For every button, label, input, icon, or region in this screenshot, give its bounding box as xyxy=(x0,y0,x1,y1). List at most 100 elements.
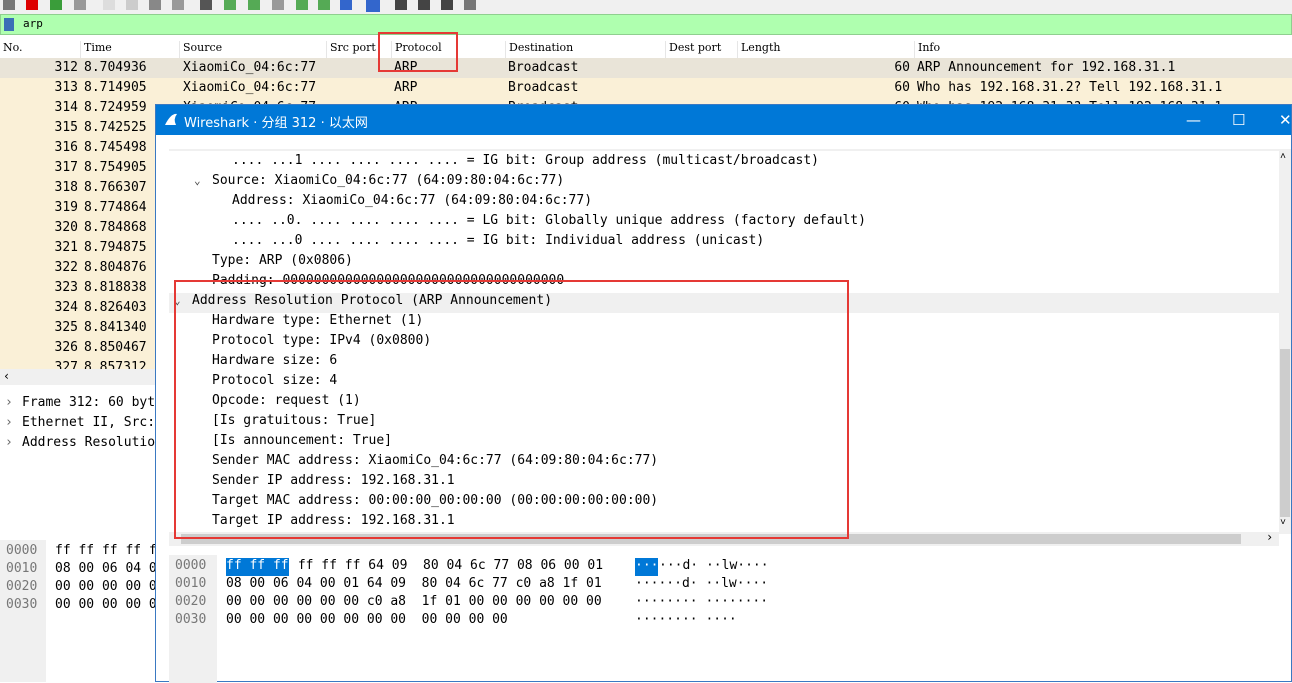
packet-cell-no: 315 xyxy=(54,120,78,135)
capture-options-icon[interactable] xyxy=(74,0,86,10)
column-header-src-port[interactable]: Src port xyxy=(326,41,376,58)
packet-cell-time: 8.766307 xyxy=(84,180,147,195)
packet-cell-time: 8.826403 xyxy=(84,300,147,315)
column-header-no[interactable]: No. xyxy=(0,41,23,58)
packet-cell-time: 8.774864 xyxy=(84,200,147,215)
tree-item[interactable]: Source: XiaomiCo_04:6c:77 (64:09:80:04:6… xyxy=(212,173,564,193)
tree-item[interactable]: .... ..0. .... .... .... .... = LG bit: … xyxy=(232,213,866,233)
hex-bytes[interactable]: 00 00 00 00 00 00 c0 a8 1f 01 00 00 00 0… xyxy=(226,594,602,612)
go-last-icon[interactable] xyxy=(318,0,330,10)
ascii-text[interactable]: ······d· ··lw···· xyxy=(635,576,768,594)
scroll-thumb[interactable] xyxy=(1280,349,1290,517)
column-header-source[interactable]: Source xyxy=(179,41,222,58)
packet-cell-no: 323 xyxy=(54,280,78,295)
filter-bookmark-icon[interactable] xyxy=(4,18,14,31)
hex-offset: 0000 xyxy=(6,543,38,558)
stop-capture-icon[interactable] xyxy=(26,0,38,10)
maximize-button[interactable]: ☐ xyxy=(1232,111,1245,129)
expand-arrow-icon[interactable]: › xyxy=(5,435,13,450)
go-back-icon[interactable] xyxy=(224,0,236,10)
hex-bytes[interactable]: 00 00 00 00 00 00 00 00 00 00 00 00 xyxy=(226,612,508,630)
resize-columns-icon[interactable] xyxy=(464,0,476,10)
display-filter-bar[interactable]: arp xyxy=(0,14,1292,35)
tree-item[interactable]: .... ...1 .... .... .... .... = IG bit: … xyxy=(232,153,819,173)
ascii-text[interactable]: ···d· ··lw···· xyxy=(659,558,769,576)
go-first-icon[interactable] xyxy=(296,0,308,10)
go-forward-icon[interactable] xyxy=(248,0,260,10)
tree-item[interactable]: .... ...0 .... .... .... .... = IG bit: … xyxy=(232,233,764,253)
expand-arrow-icon[interactable]: › xyxy=(5,395,13,410)
dialog-titlebar[interactable]: Wireshark · 分组 312 · 以太网 — ☐ ✕ xyxy=(156,105,1292,135)
packet-cell-no: 319 xyxy=(54,200,78,215)
start-capture-icon[interactable] xyxy=(3,0,15,10)
hex-bytes: 08 00 06 04 0 xyxy=(55,561,157,576)
column-header-time[interactable]: Time xyxy=(80,41,112,58)
colorize-icon[interactable] xyxy=(366,0,380,12)
packet-cell-no: 324 xyxy=(54,300,78,315)
details-vscrollbar[interactable]: ˄ ˅ xyxy=(1279,149,1291,534)
display-filter-input[interactable]: arp xyxy=(23,17,43,30)
packet-cell-no: 313 xyxy=(54,80,78,95)
go-to-packet-icon[interactable] xyxy=(272,0,284,10)
tree-item-arp[interactable]: Address Resolutio xyxy=(22,435,155,450)
close-file-icon[interactable] xyxy=(149,0,161,10)
wireshark-fin-icon xyxy=(165,113,177,125)
tree-item-frame[interactable]: Frame 312: 60 byt xyxy=(22,395,155,410)
save-file-icon[interactable] xyxy=(126,0,138,10)
packet-cell-no: 312 xyxy=(54,60,78,75)
packet-list-hscrollbar[interactable]: ‹ xyxy=(0,369,156,385)
hex-bytes[interactable]: 08 00 06 04 00 01 64 09 80 04 6c 77 c0 a… xyxy=(226,576,602,594)
packet-cell-time: 8.754905 xyxy=(84,160,147,175)
scroll-down-arrow-icon[interactable]: ˅ xyxy=(1280,517,1286,529)
packet-cell-time: 8.794875 xyxy=(84,240,147,255)
main-toolbar xyxy=(0,0,1292,14)
scroll-up-arrow-icon[interactable]: ˄ xyxy=(1280,151,1286,163)
zoom-in-icon[interactable] xyxy=(395,0,407,10)
packet-cell-no: 316 xyxy=(54,140,78,155)
packet-cell-no: 322 xyxy=(54,260,78,275)
column-header-destination[interactable]: Destination xyxy=(505,41,573,58)
hex-offset: 0000 xyxy=(175,558,207,573)
ascii-text[interactable]: ········ ···· xyxy=(635,612,737,630)
find-packet-icon[interactable] xyxy=(200,0,212,10)
reload-icon[interactable] xyxy=(172,0,184,10)
packet-cell-no: 317 xyxy=(54,160,78,175)
column-header-dest-port[interactable]: Dest port xyxy=(665,41,721,58)
packet-cell-no: 320 xyxy=(54,220,78,235)
tree-item-ethernet[interactable]: Ethernet II, Src: xyxy=(22,415,155,430)
zoom-out-icon[interactable] xyxy=(418,0,430,10)
ascii-text[interactable]: ········ ········ xyxy=(635,594,768,612)
packet-cell-time: 8.724959 xyxy=(84,100,147,115)
packet-cell-no: 318 xyxy=(54,180,78,195)
hex-offset: 0010 xyxy=(6,561,38,576)
packet-row[interactable]: 312 8.704936 XiaomiCo_04:6c:77 ARP Broadcast… xyxy=(0,58,1292,78)
zoom-reset-icon[interactable] xyxy=(441,0,453,10)
hex-bytes-selected[interactable]: ff ff ff xyxy=(226,558,289,576)
collapse-arrow-icon[interactable]: ⌄ xyxy=(194,174,201,187)
scroll-right-arrow-icon[interactable]: › xyxy=(1266,530,1273,544)
packet-cell-no: 314 xyxy=(54,100,78,115)
restart-capture-icon[interactable] xyxy=(50,0,62,10)
packet-cell-len: 60 xyxy=(894,80,910,95)
packet-cell-dst: Broadcast xyxy=(508,80,579,95)
tree-item[interactable]: Type: ARP (0x0806) xyxy=(212,253,353,273)
hex-bytes[interactable]: ff ff ff 64 09 80 04 6c 77 08 06 00 01 xyxy=(290,558,603,576)
minimize-button[interactable]: — xyxy=(1186,111,1201,129)
packet-cell-time: 8.850467 xyxy=(84,340,147,355)
column-header-info[interactable]: Info xyxy=(914,41,940,58)
column-header-length[interactable]: Length xyxy=(737,41,780,58)
autoscroll-icon[interactable] xyxy=(340,0,352,10)
hex-offset: 0030 xyxy=(175,612,207,627)
hex-offset: 0030 xyxy=(6,597,38,612)
hex-bytes: 00 00 00 00 0 xyxy=(55,579,157,594)
close-button[interactable]: ✕ xyxy=(1279,111,1292,129)
scroll-left-arrow-icon[interactable]: ‹ xyxy=(3,369,10,383)
open-file-icon[interactable] xyxy=(103,0,115,10)
ascii-selected[interactable]: ··· xyxy=(635,558,659,576)
packet-details-pane: › Frame 312: 60 byt › Ethernet II, Src: … xyxy=(0,392,156,534)
tree-item[interactable]: Address: XiaomiCo_04:6c:77 (64:09:80:04:… xyxy=(232,193,592,213)
packet-row[interactable]: 313 8.714905 XiaomiCo_04:6c:77 ARP Broadcast… xyxy=(0,78,1292,98)
packet-cell-info: Who has 192.168.31.2? Tell 192.168.31.1 xyxy=(917,80,1223,95)
expand-arrow-icon[interactable]: › xyxy=(5,415,13,430)
dialog-packet-bytes-pane: 0000 ff ff ff ff ff ff 64 09 80 04 6c 77 … xyxy=(169,555,1279,683)
